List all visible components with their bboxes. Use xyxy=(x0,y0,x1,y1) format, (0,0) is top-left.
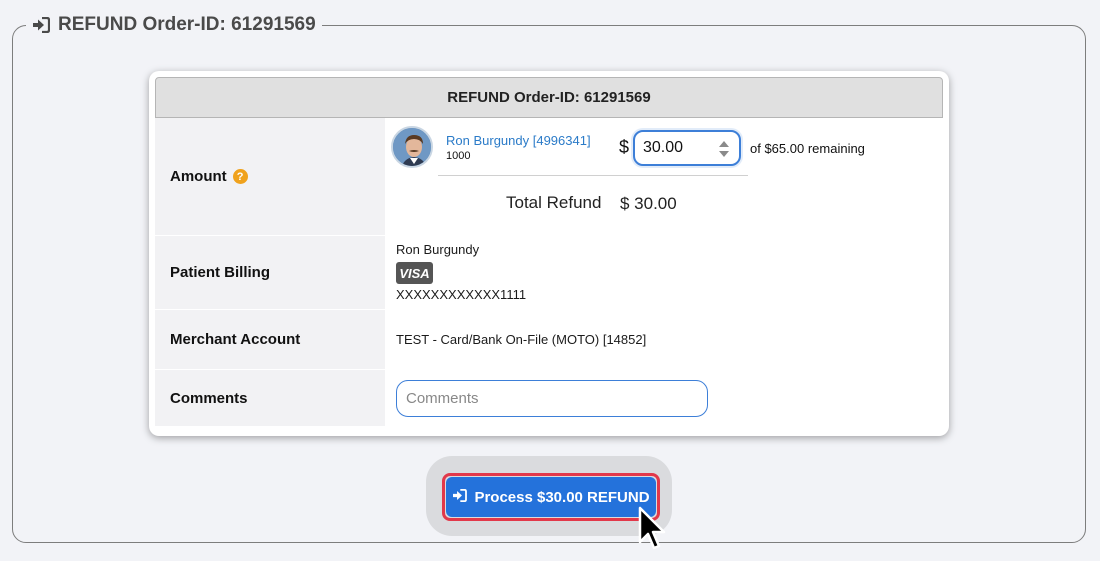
legend-title: REFUND Order-ID: 61291569 xyxy=(58,14,316,35)
comments-label: Comments xyxy=(155,370,385,426)
card-header: REFUND Order-ID: 61291569 xyxy=(155,77,943,118)
amount-row: Amount ? Ron Burgundy [4996341] 1000 $ 3… xyxy=(155,118,943,236)
remaining-text: of $65.00 remaining xyxy=(750,141,865,156)
process-button-label: Process $30.00 REFUND xyxy=(474,488,650,506)
amount-divider xyxy=(438,175,748,176)
comments-value xyxy=(385,370,943,426)
billing-name: Ron Burgundy xyxy=(396,242,480,257)
comments-row: Comments xyxy=(155,370,943,427)
sign-in-icon xyxy=(32,17,50,33)
amount-label-text: Amount xyxy=(170,168,227,185)
help-icon[interactable]: ? xyxy=(232,169,248,184)
currency-symbol: $ xyxy=(619,137,630,157)
comments-input[interactable] xyxy=(396,380,708,417)
stepper-icon[interactable] xyxy=(718,138,730,160)
amount-value: Ron Burgundy [4996341] 1000 $ of $65.00 … xyxy=(385,118,943,235)
mouse-cursor-icon xyxy=(638,506,668,557)
visa-icon: VISA xyxy=(396,262,433,284)
sign-in-icon xyxy=(452,488,468,506)
process-refund-button[interactable]: Process $30.00 REFUND xyxy=(446,477,656,517)
refund-card: REFUND Order-ID: 61291569 Amount ? Ron B… xyxy=(149,71,949,436)
total-refund-value: $ 30.00 xyxy=(620,194,677,213)
card-number: XXXXXXXXXXXX1111 xyxy=(396,287,527,302)
avatar xyxy=(391,126,433,168)
merchant-value: TEST - Card/Bank On-File (MOTO) [14852] xyxy=(385,310,943,369)
billing-label: Patient Billing xyxy=(155,236,385,309)
billing-row: Patient Billing Ron Burgundy VISA XXXXXX… xyxy=(155,236,943,310)
patient-number: 1000 xyxy=(446,150,471,162)
billing-value: Ron Burgundy VISA XXXXXXXXXXXX1111 xyxy=(385,236,943,309)
patient-link[interactable]: Ron Burgundy [4996341] xyxy=(446,133,591,148)
total-refund-label: Total Refund xyxy=(506,193,602,212)
amount-label: Amount ? xyxy=(155,118,385,235)
merchant-row: Merchant Account TEST - Card/Bank On-Fil… xyxy=(155,310,943,370)
fieldset-legend: REFUND Order-ID: 61291569 xyxy=(26,12,322,38)
merchant-label: Merchant Account xyxy=(155,310,385,369)
merchant-account-text: TEST - Card/Bank On-File (MOTO) [14852] xyxy=(396,332,647,347)
